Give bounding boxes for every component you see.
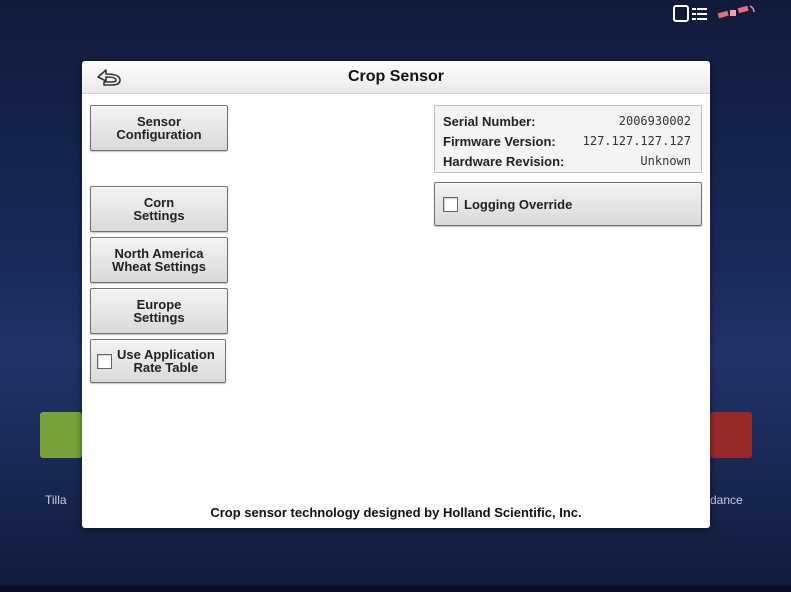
hardware-revision-row: Hardware Revision: Unknown: [443, 154, 691, 170]
firmware-version-row: Firmware Version: 127.127.127.127: [443, 134, 691, 150]
use-app-rate-table-toggle[interactable]: Use Application Rate Table: [90, 339, 226, 383]
firmware-version-label: Firmware Version:: [443, 134, 556, 149]
display-icon[interactable]: [673, 4, 709, 29]
sensor-configuration-button[interactable]: Sensor Configuration: [90, 105, 228, 151]
logging-override-checkbox[interactable]: [443, 196, 458, 212]
dialog-title-bar: Crop Sensor: [82, 61, 710, 94]
corn-settings-button[interactable]: Corn Settings: [90, 186, 228, 232]
logging-override-toggle[interactable]: Logging Override: [434, 182, 702, 226]
screen: Tilla dance Crop Sensor Sensor Configura…: [0, 0, 791, 592]
use-app-rate-table-label: Use Application Rate Table: [117, 347, 215, 375]
tillage-app-tile[interactable]: [40, 412, 82, 458]
serial-number-row: Serial Number: 2006930002: [443, 114, 691, 130]
hardware-revision-label: Hardware Revision:: [443, 154, 565, 169]
firmware-version-value: 127.127.127.127: [582, 134, 691, 148]
serial-number-label: Serial Number:: [443, 114, 536, 129]
na-wheat-settings-button[interactable]: North America Wheat Settings: [90, 237, 228, 283]
crop-sensor-dialog: Crop Sensor Sensor Configuration Corn Se…: [82, 61, 710, 528]
europe-settings-button[interactable]: Europe Settings: [90, 288, 228, 334]
guidance-app-label: dance: [710, 493, 743, 507]
guidance-app-tile[interactable]: [710, 412, 752, 458]
sensor-info-panel: Serial Number: 2006930002 Firmware Versi…: [434, 105, 702, 173]
hardware-revision-value: Unknown: [640, 154, 691, 168]
dialog-title: Crop Sensor: [347, 68, 444, 85]
tillage-app-label: Tilla: [45, 493, 67, 507]
satellite-icon[interactable]: [717, 4, 757, 29]
serial-number-value: 2006930002: [618, 114, 691, 128]
logging-override-label: Logging Override: [464, 196, 573, 212]
status-bar: [673, 4, 757, 29]
use-app-rate-table-checkbox[interactable]: [97, 353, 112, 369]
dialog-footer-credit: Crop sensor technology designed by Holla…: [210, 505, 582, 520]
